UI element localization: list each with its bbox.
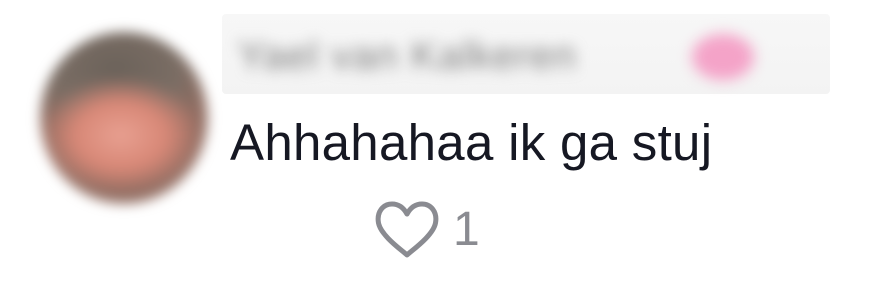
avatar-image <box>40 32 208 204</box>
username-blurred[interactable]: Yael van Kalkeren <box>222 14 830 94</box>
heart-icon[interactable] <box>373 200 441 260</box>
comment-text: Ahhahahaa ik ga stuj <box>230 114 713 171</box>
emoji-icon <box>692 34 754 80</box>
username-text: Yael van Kalkeren <box>238 34 577 78</box>
avatar[interactable] <box>20 16 208 204</box>
comment-item: Yael van Kalkeren Ahhahahaa ik ga stuj 1 <box>0 0 883 292</box>
like-row: 1 <box>373 198 480 262</box>
like-count: 1 <box>453 203 480 256</box>
